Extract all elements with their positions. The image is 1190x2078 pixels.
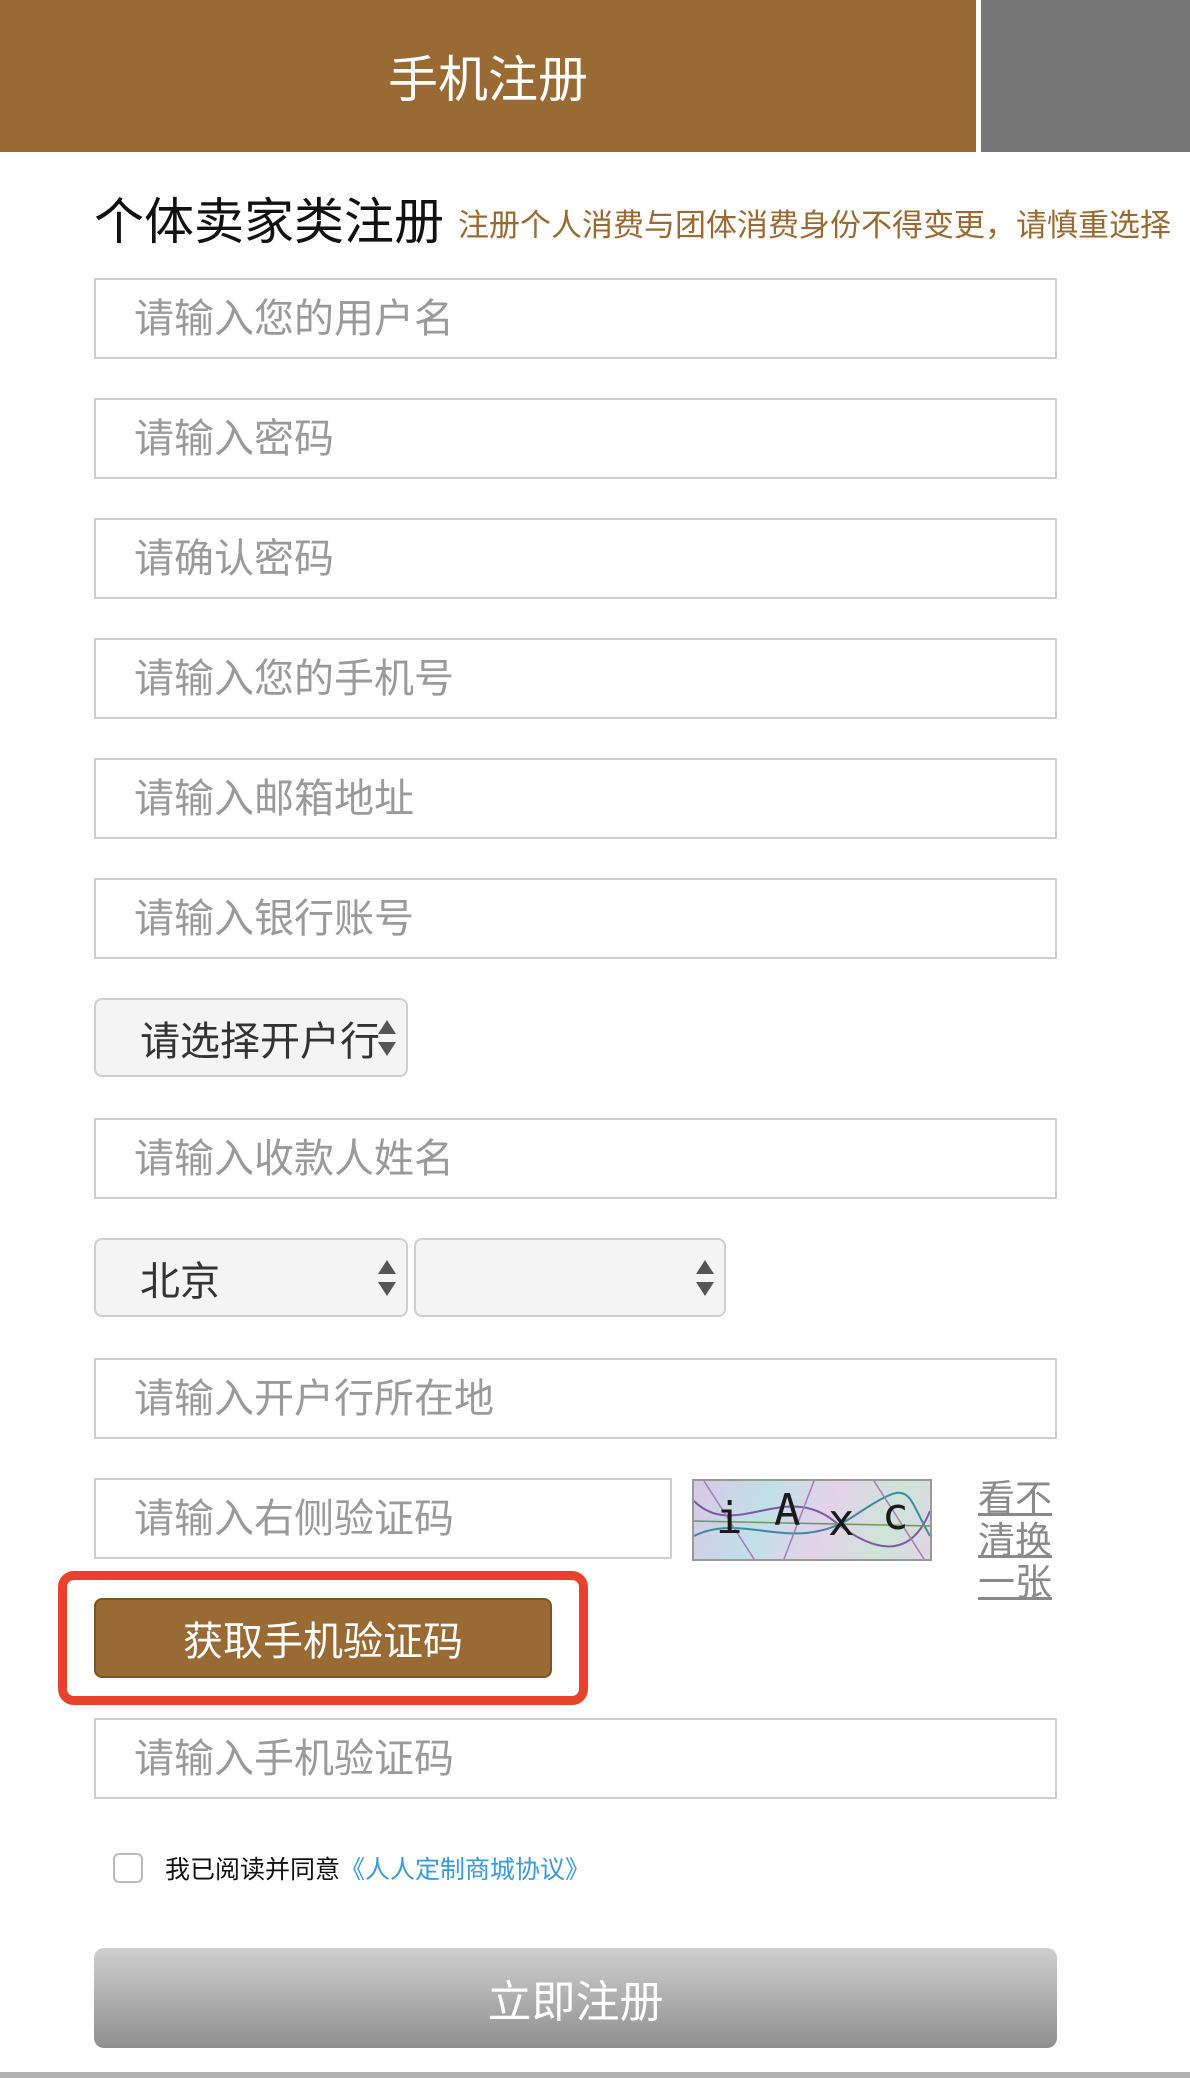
sms-code-input[interactable] bbox=[94, 1718, 1057, 1799]
tab-phone-register[interactable]: 手机注册 bbox=[0, 0, 976, 152]
captcha-refresh-link[interactable]: 看不清换一张 bbox=[972, 1478, 1058, 1604]
payee-name-input[interactable] bbox=[94, 1118, 1057, 1199]
bank-location-input[interactable] bbox=[94, 1358, 1057, 1439]
password-input[interactable] bbox=[94, 398, 1057, 479]
captcha-char: A bbox=[774, 1485, 801, 1536]
agreement-text: 我已阅读并同意 bbox=[165, 1855, 341, 1884]
email-input[interactable] bbox=[94, 758, 1057, 839]
register-submit-button[interactable]: 立即注册 bbox=[94, 1948, 1057, 2048]
page-title: 个体卖家类注册 bbox=[94, 193, 444, 251]
confirm-password-input[interactable] bbox=[94, 518, 1057, 599]
captcha-image[interactable]: i A x c bbox=[692, 1479, 932, 1561]
username-input[interactable] bbox=[94, 278, 1057, 359]
agreement-checkbox[interactable] bbox=[113, 1853, 143, 1883]
bottom-bar bbox=[0, 2072, 1190, 2078]
bank-select-value: 请选择开户行 bbox=[140, 1018, 380, 1065]
highlight-box bbox=[58, 1571, 588, 1705]
captcha-char: i bbox=[716, 1493, 743, 1544]
province-select-value: 北京 bbox=[140, 1258, 220, 1305]
captcha-char: c bbox=[882, 1489, 909, 1540]
select-arrows-icon bbox=[378, 1260, 396, 1300]
identity-notice: 注册个人消费与团体消费身份不得变更，请慎重选择 bbox=[458, 208, 1171, 244]
province-select[interactable]: 北京 bbox=[94, 1238, 408, 1317]
select-arrows-icon bbox=[696, 1260, 714, 1300]
phone-input[interactable] bbox=[94, 638, 1057, 719]
agreement-link[interactable]: 《人人定制商城协议》 bbox=[340, 1850, 590, 1886]
tab-bar: 手机注册 bbox=[0, 0, 1190, 152]
captcha-input[interactable] bbox=[94, 1478, 672, 1559]
select-arrows-icon bbox=[378, 1020, 396, 1060]
agreement-row: 我已阅读并同意 《人人定制商城协议》 bbox=[113, 1850, 590, 1886]
tab-other[interactable] bbox=[981, 0, 1190, 152]
captcha-char: x bbox=[828, 1495, 855, 1546]
bank-select[interactable]: 请选择开户行 bbox=[94, 998, 408, 1077]
city-select[interactable] bbox=[414, 1238, 726, 1317]
bank-account-input[interactable] bbox=[94, 878, 1057, 959]
